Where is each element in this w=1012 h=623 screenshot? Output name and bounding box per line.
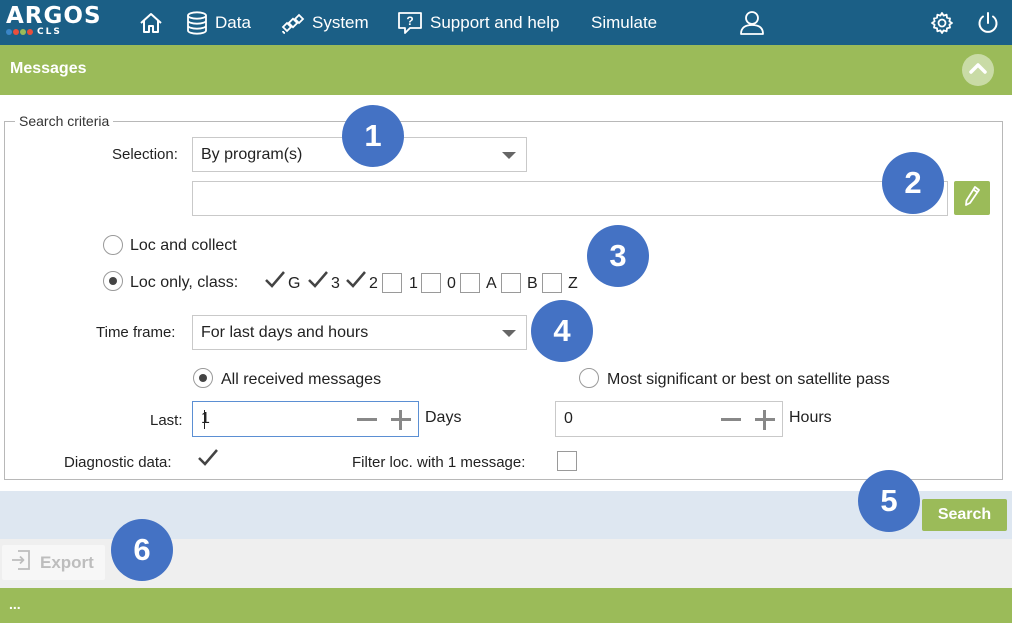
help-icon: ? xyxy=(397,11,423,35)
gear-icon xyxy=(930,11,954,35)
class-b-checkbox[interactable] xyxy=(501,273,521,293)
nav-simulate-label: Simulate xyxy=(591,12,658,32)
chevron-up-icon xyxy=(969,61,987,79)
nav-logout[interactable] xyxy=(976,0,1000,45)
database-icon xyxy=(186,10,208,35)
satellite-icon xyxy=(281,11,305,35)
logo-dot-green xyxy=(20,29,26,35)
top-navigation-bar: ARGOS CLS Data System ? Support and help xyxy=(0,0,1012,45)
nav-simulate[interactable]: Simulate xyxy=(591,0,657,45)
class-3-label: 3 xyxy=(331,275,340,292)
export-button[interactable]: Export xyxy=(2,545,105,580)
diagnostic-checkbox[interactable] xyxy=(195,449,218,470)
timeframe-value: For last days and hours xyxy=(201,323,369,341)
pencil-icon xyxy=(963,185,981,212)
class-2-checkbox[interactable] xyxy=(343,271,366,292)
collapse-button[interactable] xyxy=(962,54,994,86)
nav-system[interactable]: System xyxy=(281,0,369,45)
class-1-checkbox[interactable] xyxy=(382,273,402,293)
most-significant-radio[interactable] xyxy=(579,368,599,388)
class-2-label: 2 xyxy=(369,275,378,292)
all-received-radio[interactable] xyxy=(193,368,213,388)
filter-checkbox[interactable] xyxy=(557,451,577,471)
callout-2: 2 xyxy=(882,152,944,214)
filter-label: Filter loc. with 1 message: xyxy=(352,454,526,471)
timeframe-dropdown[interactable]: For last days and hours xyxy=(192,315,527,350)
class-0-label: 0 xyxy=(447,275,456,292)
callout-1: 1 xyxy=(342,105,404,167)
most-significant-label: Most significant or best on satellite pa… xyxy=(607,371,890,388)
class-a-checkbox[interactable] xyxy=(460,273,480,293)
days-decrement-button[interactable] xyxy=(357,418,377,421)
footer-bar: ... xyxy=(0,588,1012,623)
export-label: Export xyxy=(40,552,94,572)
days-value: 1 xyxy=(201,410,210,427)
logo-dot-red xyxy=(13,29,19,35)
nav-user[interactable] xyxy=(739,0,765,45)
class-g-checkbox[interactable] xyxy=(262,271,285,292)
hours-value: 0 xyxy=(564,410,573,427)
loc-only-radio[interactable] xyxy=(103,271,123,291)
svg-text:?: ? xyxy=(406,14,413,28)
callout-5: 5 xyxy=(858,470,920,532)
page-title: Messages xyxy=(10,60,87,77)
class-z-label: Z xyxy=(568,275,578,292)
nav-support-label: Support and help xyxy=(430,12,560,32)
days-stepper[interactable]: 1 xyxy=(192,401,419,437)
check-icon xyxy=(345,269,367,296)
class-a-label: A xyxy=(486,275,497,292)
hours-decrement-button[interactable] xyxy=(721,418,741,421)
days-increment-button[interactable] xyxy=(391,410,411,430)
search-criteria-legend: Search criteria xyxy=(19,113,110,129)
class-g-label: G xyxy=(288,275,301,292)
check-icon xyxy=(264,269,286,296)
nav-home[interactable] xyxy=(139,0,163,45)
timeframe-label: Time frame: xyxy=(96,324,176,341)
class-3-checkbox[interactable] xyxy=(305,271,328,292)
chevron-down-icon xyxy=(502,330,516,337)
nav-settings[interactable] xyxy=(930,0,954,45)
home-icon xyxy=(139,12,163,34)
class-z-checkbox[interactable] xyxy=(542,273,562,293)
export-icon xyxy=(10,549,32,576)
program-input[interactable] xyxy=(192,181,948,216)
days-unit-label: Days xyxy=(425,409,462,426)
callout-6: 6 xyxy=(111,519,173,581)
hours-stepper[interactable]: 0 xyxy=(555,401,783,437)
loc-and-collect-label: Loc and collect xyxy=(130,237,237,254)
user-icon xyxy=(739,10,765,36)
diagnostic-label: Diagnostic data: xyxy=(64,454,172,471)
text-cursor xyxy=(204,410,205,429)
last-label: Last: xyxy=(150,412,183,429)
power-icon xyxy=(976,11,1000,35)
loc-only-label: Loc only, class: xyxy=(130,274,239,291)
loc-and-collect-radio[interactable] xyxy=(103,235,123,255)
check-icon xyxy=(307,269,329,296)
chevron-down-icon xyxy=(502,152,516,159)
messages-title-bar: Messages xyxy=(0,45,1012,95)
nav-support[interactable]: ? Support and help xyxy=(397,0,560,45)
footer-ellipsis: ... xyxy=(9,596,21,612)
selection-value: By program(s) xyxy=(201,145,303,163)
class-1-label: 1 xyxy=(409,275,418,292)
nav-data-label: Data xyxy=(215,12,251,32)
edit-programs-button[interactable] xyxy=(954,181,990,215)
logo-dot-red-2 xyxy=(27,29,33,35)
search-button[interactable]: Search xyxy=(922,499,1007,531)
argos-logo[interactable]: ARGOS CLS xyxy=(6,3,102,37)
callout-4: 4 xyxy=(531,300,593,362)
hours-unit-label: Hours xyxy=(789,409,832,426)
selection-label: Selection: xyxy=(112,146,178,163)
callout-3: 3 xyxy=(587,225,649,287)
logo-main-text: ARGOS xyxy=(6,3,102,29)
logo-cls-text: CLS xyxy=(37,27,62,37)
class-0-checkbox[interactable] xyxy=(421,273,441,293)
hours-increment-button[interactable] xyxy=(755,410,775,430)
nav-system-label: System xyxy=(312,12,369,32)
all-received-label: All received messages xyxy=(221,371,382,388)
nav-data[interactable]: Data xyxy=(186,0,251,45)
logo-dot-blue xyxy=(6,29,12,35)
class-b-label: B xyxy=(527,275,538,292)
check-icon xyxy=(197,447,219,474)
